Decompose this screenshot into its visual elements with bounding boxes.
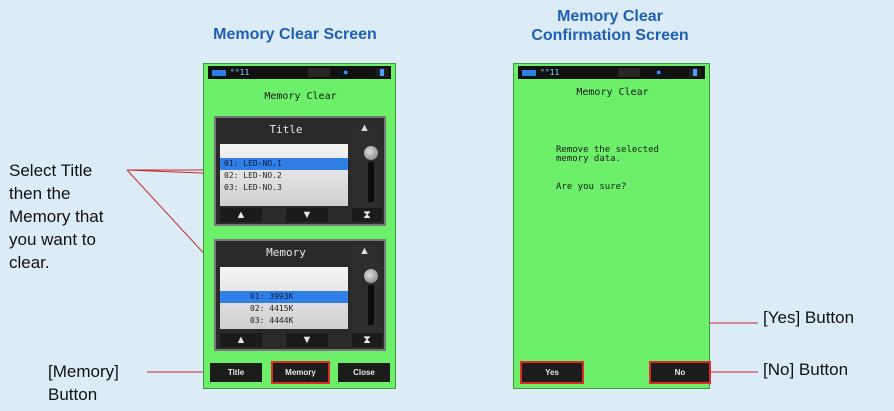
title-list[interactable]: 01: LED-NO.1 02: LED-NO.2 03: LED-NO.3 (220, 144, 348, 206)
memory-panel: Memory 01: 3993K 02: 4415K 03: 4444K ▲ ▲… (214, 239, 386, 351)
close-button[interactable]: Close (338, 363, 390, 382)
battery-level-icon (689, 68, 701, 77)
status-block (308, 68, 330, 77)
status-bar: °°11 ● (208, 66, 391, 79)
signal-indicator: °°11 (230, 68, 250, 77)
memory-panel-header: Memory (266, 246, 306, 259)
message-line: memory data. (556, 154, 622, 164)
confirmation-screen: °°11 ● Memory Clear Remove the selected … (513, 63, 711, 389)
memory-clear-screen: °°11 ● Memory Clear Title 01: LED-NO.1 0… (203, 63, 396, 389)
scroll-top-icon[interactable]: ▲ (359, 245, 370, 257)
scroll-bar (368, 285, 374, 325)
annotation-line: clear. (9, 253, 50, 272)
annotation-line: then the (9, 184, 71, 203)
scroll-top-icon[interactable]: ▲ (359, 122, 370, 134)
battery-level-icon (376, 68, 388, 77)
list-item[interactable]: 01: 3993K (220, 291, 348, 303)
battery-icon (522, 70, 536, 76)
annotation-line: Select Title (9, 161, 93, 180)
scroll-bottom-button[interactable]: ⧗ (352, 208, 382, 222)
screen-title: Memory Clear (264, 91, 337, 102)
annotation-line: you want to (9, 230, 96, 249)
no-button[interactable]: No (649, 361, 711, 384)
select-title-annotation: Select Title then the Memory that you wa… (9, 159, 159, 274)
memory-list[interactable]: 01: 3993K 02: 4415K 03: 4444K (220, 267, 348, 329)
scroll-up-button[interactable]: ▲ (220, 208, 262, 222)
memory-clear-screen-heading: Memory Clear Screen (213, 26, 377, 43)
bluetooth-icon: ● (343, 67, 349, 77)
scroll-knob[interactable] (364, 146, 378, 160)
scroll-down-button[interactable]: ▼ (286, 208, 328, 222)
scroll-bar (368, 162, 374, 202)
list-item[interactable]: 02: 4415K (220, 303, 348, 315)
no-button-annotation: [No] Button (763, 360, 849, 379)
status-block (618, 68, 640, 77)
list-item[interactable]: 02: LED-NO.2 (220, 170, 348, 182)
list-item[interactable]: 01: LED-NO.1 (220, 158, 348, 170)
signal-indicator: °°11 (540, 68, 560, 77)
confirm-question: Are you sure? (556, 182, 627, 192)
annotation-line: Button (48, 385, 98, 404)
annotation-line: [Memory] (48, 362, 119, 381)
confirm-message: Remove the selected memory data. (556, 146, 659, 164)
bluetooth-icon: ● (656, 67, 662, 77)
title-button[interactable]: Title (210, 363, 262, 382)
scroll-bottom-button[interactable]: ⧗ (352, 333, 382, 347)
confirmation-screen-heading-line1: Memory Clear (557, 8, 663, 25)
title-panel-header: Title (269, 123, 303, 136)
screen-title: Memory Clear (576, 87, 649, 98)
yes-button[interactable]: Yes (520, 361, 584, 384)
status-bar: °°11 ● (518, 66, 705, 79)
title-panel: Title 01: LED-NO.1 02: LED-NO.2 03: LED-… (214, 116, 386, 226)
scroll-down-button[interactable]: ▼ (286, 333, 328, 347)
memory-button[interactable]: Memory (271, 361, 330, 384)
confirmation-screen-heading-line2: Confirmation Screen (531, 27, 689, 44)
list-item[interactable]: 03: 4444K (220, 315, 348, 327)
scroll-knob[interactable] (364, 269, 378, 283)
scroll-up-button[interactable]: ▲ (220, 333, 262, 347)
list-item[interactable]: 03: LED-NO.3 (220, 182, 348, 194)
yes-button-annotation: [Yes] Button (763, 308, 855, 327)
annotation-line: Memory that (9, 207, 104, 226)
battery-icon (212, 70, 226, 76)
memory-button-annotation: [Memory] Button (48, 360, 168, 406)
